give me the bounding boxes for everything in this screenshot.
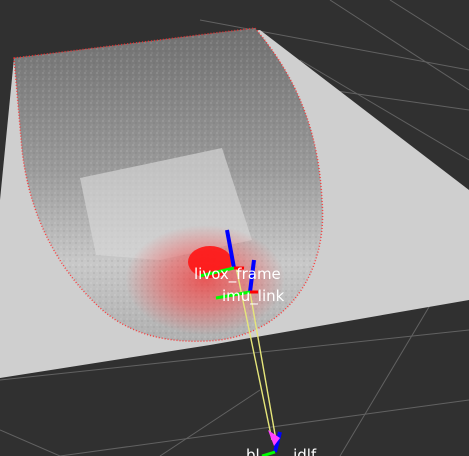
frame-label-base: bl... ...idlf <box>246 446 317 456</box>
frame-label-imu: imu_link <box>222 287 285 305</box>
point-cloud-scene[interactable] <box>0 0 469 456</box>
frame-label-livox: livox_frame <box>194 265 281 283</box>
rviz-3d-viewport[interactable]: livox_frame imu_link bl... ...idlf <box>0 0 469 456</box>
